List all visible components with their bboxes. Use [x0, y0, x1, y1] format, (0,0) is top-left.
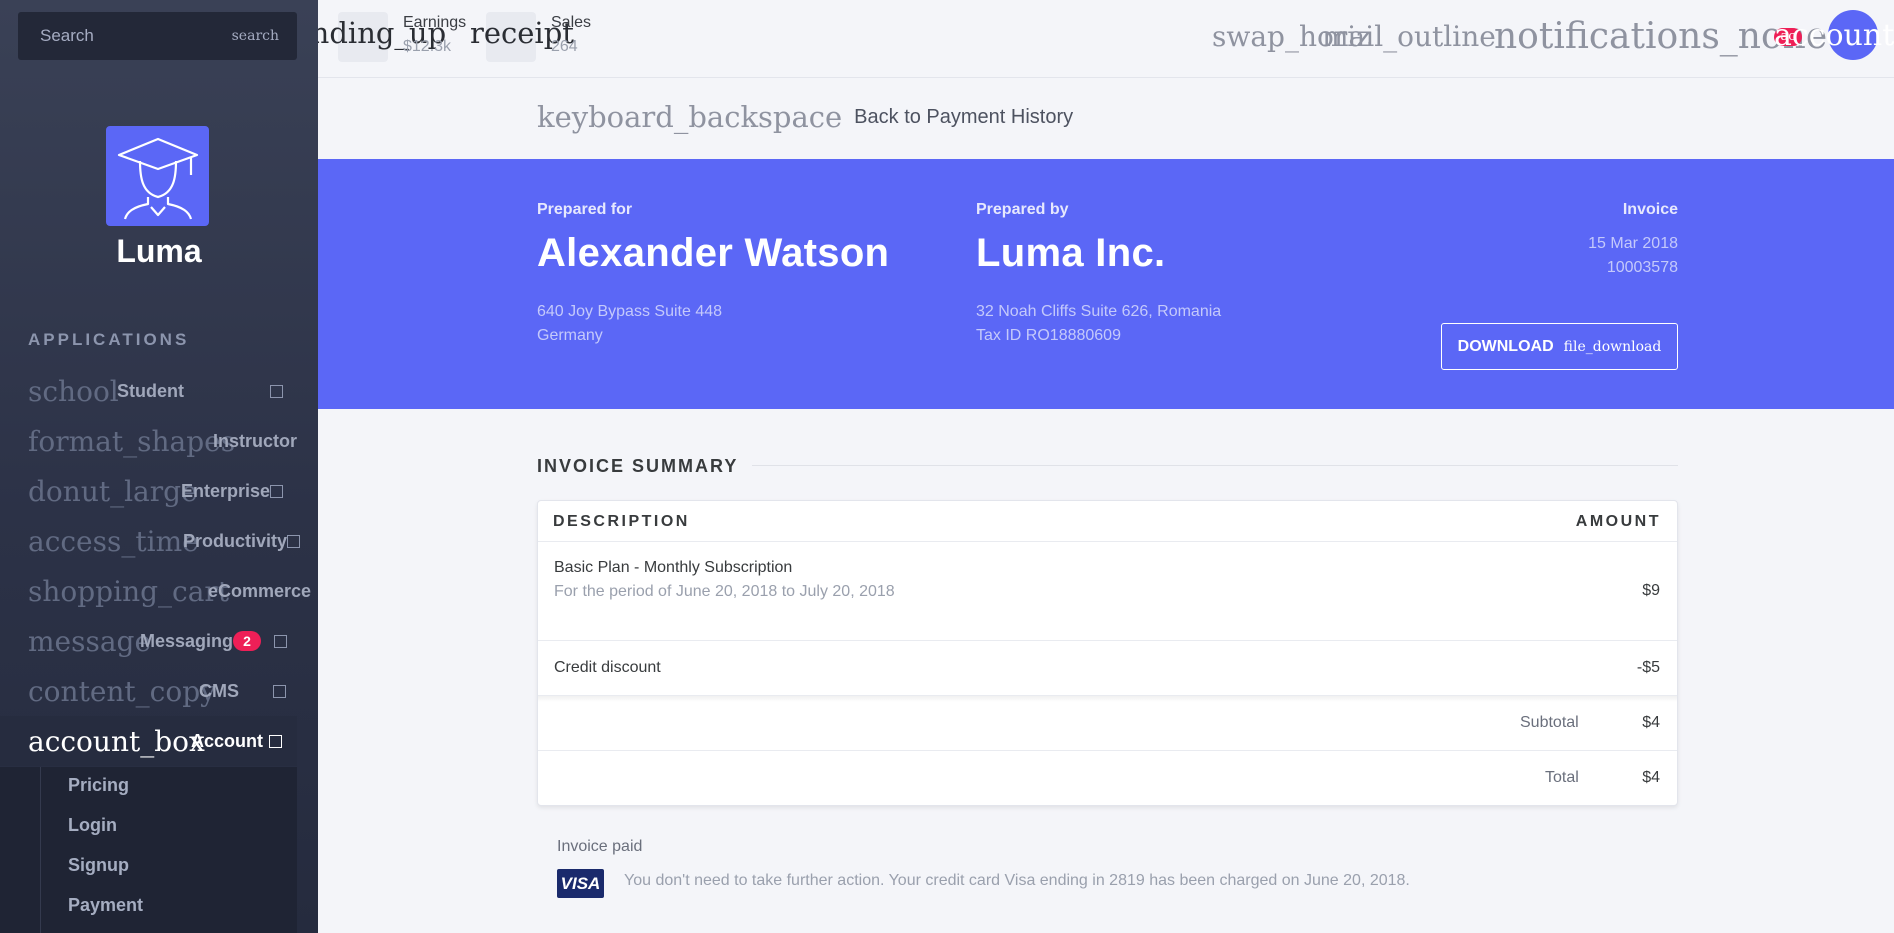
row-divider	[538, 640, 1677, 641]
subtotal-label: Subtotal	[1520, 714, 1579, 731]
line-item-title: Credit discount	[554, 659, 661, 676]
sidebar-item-label: Instructor	[213, 430, 298, 451]
sidebar-item-student[interactable]: school Student	[0, 366, 318, 416]
brand-name[interactable]: Luma	[0, 233, 318, 270]
prepared-by-label: Prepared by	[976, 201, 1069, 218]
chevron-icon	[270, 384, 283, 398]
sidebar: Search search Luma APPLICATIONS school S…	[0, 0, 318, 933]
invoice-table: DESCRIPTION AMOUNT Basic Plan - Monthly …	[537, 500, 1678, 806]
customer-name: Alexander Watson	[537, 231, 890, 275]
sales-value: 264	[551, 38, 578, 55]
submenu-item-login[interactable]: Login	[68, 815, 117, 836]
submenu-item-payment[interactable]: Payment	[68, 895, 143, 916]
invoice-number: 10003578	[1606, 259, 1678, 276]
sales-label: Sales	[551, 14, 592, 31]
brand-logo[interactable]	[106, 126, 209, 226]
subtotal-value: $4	[1642, 714, 1660, 731]
total-value: $4	[1642, 769, 1660, 786]
back-link-label: Back to Payment History	[854, 105, 1074, 128]
shopping-cart-icon: shopping_cart	[28, 574, 230, 608]
search-input[interactable]: Search search	[18, 12, 297, 60]
donut-large-icon: donut_large	[28, 474, 198, 508]
chevron-icon	[273, 684, 286, 698]
access-time-icon: access_time	[28, 524, 199, 558]
sidebar-item-messaging[interactable]: message Messaging 2	[0, 616, 318, 666]
summary-divider	[752, 465, 1678, 466]
download-button[interactable]: DOWNLOAD file_download	[1441, 323, 1678, 370]
header-divider	[538, 541, 1677, 542]
submenu-rail	[40, 767, 41, 933]
sidebar-item-label: CMS	[199, 680, 239, 701]
topbar: trending_up Earnings $12.3k receipt Sale…	[318, 0, 1894, 78]
earnings-value: $12.3k	[403, 38, 452, 55]
sidebar-item-enterprise[interactable]: donut_large Enterprise	[0, 466, 318, 516]
sidebar-item-label: Messaging	[140, 630, 234, 651]
line-item-amount: -$5	[1636, 659, 1660, 676]
line-item-amount: $9	[1642, 582, 1660, 599]
column-header-description: DESCRIPTION	[553, 513, 690, 530]
sidebar-item-label: Enterprise	[181, 480, 271, 501]
earnings-label: Earnings	[403, 14, 467, 31]
sidebar-item-productivity[interactable]: access_time Productivity	[0, 516, 318, 566]
line-item-period: For the period of June 20, 2018 to July …	[554, 583, 895, 600]
invoice-date: 15 Mar 2018	[1588, 235, 1678, 252]
search-icon[interactable]: search	[232, 28, 279, 44]
visa-card-icon: VISA	[557, 869, 604, 898]
account-box-icon: account_box	[28, 724, 205, 758]
unread-badge: 2	[233, 631, 261, 651]
sidebar-item-cms[interactable]: content_copy CMS	[0, 666, 318, 716]
sidebar-item-label: eCommerce	[208, 580, 312, 601]
sidebar-item-label: Student	[117, 380, 184, 401]
graduate-avatar-icon	[117, 137, 198, 220]
total-label: Total	[1545, 769, 1579, 786]
invoice-label: Invoice	[1622, 201, 1678, 218]
customer-country: Germany	[537, 327, 603, 344]
company-name: Luma Inc.	[976, 231, 1166, 275]
column-header-amount: AMOUNT	[1575, 513, 1661, 530]
chevron-icon	[269, 734, 282, 748]
prepared-for-label: Prepared for	[537, 201, 633, 218]
keyboard-backspace-icon: keyboard_backspace	[537, 100, 843, 134]
account-submenu: Pricing Login Signup Payment	[0, 767, 297, 933]
message-icon: message	[28, 624, 152, 658]
customer-address-line: 640 Joy Bypass Suite 448	[537, 303, 723, 320]
file-download-icon: file_download	[1563, 338, 1662, 355]
chevron-icon	[287, 534, 300, 548]
payment-status: Invoice paid	[557, 838, 643, 855]
sidebar-item-account[interactable]: account_box Account	[0, 716, 297, 766]
menu-heading: APPLICATIONS	[28, 330, 190, 349]
row-shadow	[538, 696, 1677, 702]
mail-outline-icon[interactable]: mail_outline	[1322, 20, 1496, 53]
sidebar-item-label: Productivity	[183, 530, 288, 551]
format-shapes-icon: format_shapes	[28, 424, 236, 458]
school-icon: school	[28, 374, 119, 408]
chevron-icon	[270, 484, 283, 498]
content-copy-icon: content_copy	[28, 674, 216, 708]
account-icon[interactable]: account_b	[1774, 18, 1894, 53]
sidebar-item-ecommerce[interactable]: shopping_cart eCommerce	[0, 566, 318, 616]
row-divider	[538, 750, 1677, 751]
invoice-header: Prepared for Alexander Watson 640 Joy By…	[318, 159, 1894, 409]
payment-message: You don't need to take further action. Y…	[624, 872, 1410, 889]
back-link[interactable]: keyboard_backspace Back to Payment Histo…	[537, 100, 1073, 134]
submenu-item-signup[interactable]: Signup	[68, 855, 129, 876]
download-button-label: DOWNLOAD	[1457, 337, 1554, 355]
company-address: 32 Noah Cliffs Suite 626, Romania	[976, 303, 1222, 320]
company-tax-id: Tax ID RO18880609	[976, 327, 1121, 344]
search-placeholder: Search	[40, 26, 94, 45]
submenu-item-pricing[interactable]: Pricing	[68, 775, 129, 796]
line-item-title: Basic Plan - Monthly Subscription	[554, 559, 793, 576]
summary-title: INVOICE SUMMARY	[537, 456, 739, 476]
sidebar-item-instructor[interactable]: format_shapes Instructor	[0, 416, 318, 466]
sidebar-item-label: Account	[191, 730, 263, 751]
chevron-icon	[274, 634, 287, 648]
